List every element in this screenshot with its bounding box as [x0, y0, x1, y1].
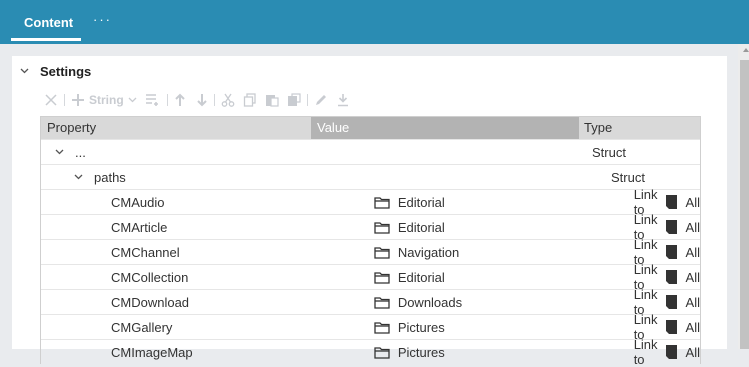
table-row[interactable]: CMChannel Navigation Link to All	[41, 237, 700, 267]
type-cell: Struct	[592, 144, 626, 160]
type-cell: Link to All	[629, 337, 700, 367]
value-text: Editorial	[397, 269, 445, 285]
move-up-icon[interactable]	[174, 91, 186, 109]
edit-pencil-icon[interactable]	[314, 91, 328, 109]
property-cell: paths	[41, 170, 338, 185]
toolbar-divider	[306, 94, 308, 106]
settings-section-header[interactable]: Settings	[20, 63, 91, 79]
property-name: CMAudio	[111, 194, 165, 210]
folder-icon	[374, 271, 390, 284]
value-text: Editorial	[397, 194, 445, 210]
type-suffix: All	[685, 194, 700, 210]
toolbar-divider	[166, 94, 168, 106]
table-row[interactable]: CMGallery Pictures Link to All	[41, 312, 700, 342]
top-bar: Content ···	[0, 0, 749, 44]
move-down-icon[interactable]	[196, 91, 208, 109]
value-text: Pictures	[397, 344, 445, 360]
chevron-down-icon[interactable]	[128, 91, 137, 109]
download-icon[interactable]	[336, 91, 350, 109]
property-name: ...	[75, 144, 86, 160]
add-icon[interactable]	[71, 91, 85, 109]
value-cell[interactable]: Editorial	[368, 220, 629, 235]
value-cell[interactable]: Editorial	[368, 270, 629, 285]
property-name: paths	[94, 169, 126, 185]
type-prefix: Link to	[633, 337, 658, 367]
table-row[interactable]: CMImageMap Pictures Link to All	[41, 337, 700, 367]
folder-icon	[374, 346, 390, 359]
paste-special-icon[interactable]	[287, 91, 301, 109]
chevron-down-icon[interactable]	[74, 172, 86, 182]
struct-table: Property Value Type ... Struct paths Str…	[40, 116, 701, 367]
type-suffix: All	[685, 294, 700, 310]
toolbar-divider	[64, 94, 65, 106]
tab-content[interactable]: Content	[24, 15, 73, 30]
document-icon	[665, 295, 677, 309]
value-cell[interactable]: Editorial	[368, 195, 629, 210]
paste-icon[interactable]	[265, 91, 279, 109]
value-text: Editorial	[397, 219, 445, 235]
table-row[interactable]: ... Struct	[41, 139, 700, 164]
property-name: CMChannel	[111, 244, 180, 260]
table-row[interactable]: CMArticle Editorial Link to All	[41, 212, 700, 242]
column-header-property[interactable]: Property	[41, 117, 311, 139]
folder-icon	[374, 321, 390, 334]
folder-icon	[374, 196, 390, 209]
value-cell[interactable]: Pictures	[368, 320, 629, 335]
more-tabs-button[interactable]: ···	[93, 12, 112, 27]
chevron-down-icon[interactable]	[20, 66, 30, 77]
struct-toolbar: String	[44, 91, 350, 109]
table-row[interactable]: CMCollection Editorial Link to All	[41, 262, 700, 292]
property-name: CMArticle	[111, 219, 168, 235]
type-cell: Struct	[611, 169, 645, 185]
folder-icon	[374, 221, 390, 234]
property-name: CMDownload	[111, 294, 190, 310]
table-header: Property Value Type	[41, 117, 700, 139]
document-icon	[665, 345, 677, 359]
column-header-type[interactable]: Type	[579, 117, 700, 139]
cut-icon[interactable]	[221, 91, 235, 109]
document-icon	[665, 270, 677, 284]
table-row[interactable]: CMAudio Editorial Link to All	[41, 187, 700, 217]
scrollbar-thumb[interactable]	[740, 60, 749, 349]
add-list-item-icon[interactable]	[145, 91, 161, 109]
type-suffix: All	[685, 269, 700, 285]
document-icon	[665, 195, 677, 209]
type-suffix: All	[685, 344, 700, 360]
type-suffix: All	[685, 244, 700, 260]
property-cell: ...	[41, 145, 319, 160]
toolbar-divider	[213, 94, 215, 106]
type-suffix: All	[685, 319, 700, 335]
table-row[interactable]: paths Struct	[41, 164, 700, 189]
value-text: Downloads	[397, 294, 463, 310]
document-icon	[665, 245, 677, 259]
property-name: CMGallery	[111, 319, 173, 335]
document-icon	[665, 320, 677, 334]
table-row[interactable]: CMDownload Downloads Link to All	[41, 287, 700, 317]
scroll-up-arrow-icon[interactable]	[743, 48, 749, 52]
settings-title: Settings	[40, 63, 92, 79]
value-text: Pictures	[397, 319, 445, 335]
active-tab-indicator	[11, 38, 81, 41]
chevron-down-icon[interactable]	[55, 147, 67, 157]
copy-icon[interactable]	[243, 91, 257, 109]
value-cell[interactable]: Pictures	[368, 345, 629, 360]
property-name: CMCollection	[111, 269, 189, 285]
folder-icon	[374, 246, 390, 259]
delete-icon[interactable]	[44, 91, 58, 109]
folder-icon	[374, 296, 390, 309]
property-name: CMImageMap	[111, 344, 193, 360]
column-header-value[interactable]: Value	[311, 117, 579, 139]
value-cell[interactable]: Downloads	[368, 295, 629, 310]
type-suffix: All	[685, 219, 700, 235]
value-text: Navigation	[397, 244, 460, 260]
document-icon	[665, 220, 677, 234]
property-type-select[interactable]: String	[89, 93, 124, 107]
value-cell[interactable]: Navigation	[368, 245, 629, 260]
